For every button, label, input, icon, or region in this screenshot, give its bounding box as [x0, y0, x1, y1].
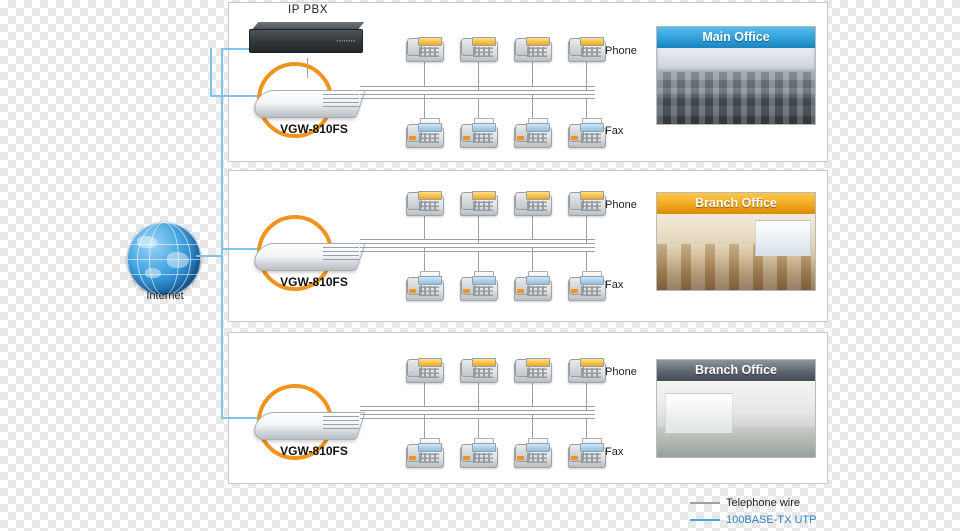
legend-label-utp: 100BASE-TX UTP: [726, 513, 817, 526]
ip-pbx-leds: ▪▪▪▪▪▪▪▪: [336, 38, 356, 43]
legend-swatch-utp: [690, 518, 720, 521]
utp-link-vertical-bus: [221, 48, 223, 418]
gateway-label-main: VGW-810FS: [280, 122, 348, 136]
utp-link-main-drop: [210, 48, 212, 95]
office-card-branch1: Branch Office: [656, 192, 816, 291]
fax-device: [565, 118, 607, 148]
fax-device: [565, 271, 607, 301]
phone-drop-main: [478, 58, 479, 90]
phone-group-label-branch1: Phone: [605, 199, 637, 211]
utp-link-internet-trunk: [196, 255, 222, 257]
phone-device: [511, 353, 553, 383]
globe-landmass: [145, 268, 161, 278]
internet-label: Internet: [146, 290, 184, 302]
fax-device: [457, 438, 499, 468]
phone-drop-main: [586, 58, 587, 90]
legend: Telephone wire 100BASE-TX UTP: [690, 494, 940, 528]
phone-group-label-main: Phone: [605, 45, 637, 57]
fax-device: [457, 118, 499, 148]
globe-latitude: [127, 259, 201, 260]
fax-device: [403, 438, 445, 468]
fax-device: [511, 271, 553, 301]
gateway-ports: [323, 247, 359, 265]
legend-label-telephone-wire: Telephone wire: [726, 496, 800, 509]
fax-bus-main: [360, 94, 595, 95]
phone-device: [403, 186, 445, 216]
legend-item-utp: 100BASE-TX UTP: [690, 511, 940, 528]
gateway-device-branch2: VGW-810FS: [250, 384, 366, 460]
phone-drop-branch1: [424, 212, 425, 239]
fax-bus-branch1: [360, 247, 595, 248]
office-caption-branch2: Branch Office: [657, 360, 815, 381]
gateway-ports: [323, 416, 359, 434]
phone-device: [403, 353, 445, 383]
phone-device: [511, 186, 553, 216]
gateway-ports: [323, 94, 359, 112]
fax-group-label-branch1: Fax: [605, 279, 624, 291]
office-card-branch2: Branch Office: [656, 359, 816, 458]
phone-drop-branch1: [478, 212, 479, 243]
globe-icon: [127, 222, 201, 296]
fax-device: [565, 438, 607, 468]
phone-drop-branch1: [532, 212, 533, 239]
ip-pbx-label: IP PBX: [288, 4, 328, 16]
gateway-label-branch2: VGW-810FS: [280, 444, 348, 458]
globe-landmass: [167, 252, 189, 268]
phone-drop-branch2: [532, 379, 533, 406]
fax-device: [403, 271, 445, 301]
phone-device: [457, 32, 499, 62]
fax-bus-branch2: [360, 414, 595, 415]
phone-bus-branch1: [360, 243, 595, 244]
network-diagram: Internet IP PBX ▪▪▪▪▪▪▪▪ VGW-810FS Phone…: [0, 0, 960, 531]
fax-device: [511, 118, 553, 148]
phone-bus-main: [360, 90, 595, 91]
gateway-device-main: VGW-810FS: [250, 62, 366, 138]
globe-latitude: [127, 274, 201, 275]
globe-landmass: [137, 236, 157, 248]
phone-drop-branch2: [424, 379, 425, 406]
office-caption-branch1: Branch Office: [657, 193, 815, 214]
gateway-label-branch1: VGW-810FS: [280, 275, 348, 289]
ip-pbx-front: ▪▪▪▪▪▪▪▪: [249, 29, 363, 53]
office-card-main: Main Office: [656, 26, 816, 125]
legend-item-telephone-wire: Telephone wire: [690, 494, 940, 511]
phone-device: [565, 186, 607, 216]
office-photo-main: [657, 48, 815, 124]
ip-pbx-device: ▪▪▪▪▪▪▪▪: [249, 22, 367, 58]
office-photo-branch1: [657, 214, 815, 290]
office-photo-branch2: [657, 381, 815, 457]
fax-device: [511, 438, 553, 468]
gateway-device-branch1: VGW-810FS: [250, 215, 366, 291]
fax-device: [457, 271, 499, 301]
phone-drop-main: [532, 58, 533, 86]
fax-device: [403, 118, 445, 148]
phone-drop-branch2: [586, 379, 587, 410]
phone-bus-branch2: [360, 410, 595, 411]
phone-drop-main: [424, 58, 425, 86]
phone-device: [565, 353, 607, 383]
phone-device: [457, 186, 499, 216]
office-caption-main: Main Office: [657, 27, 815, 48]
phone-drop-branch2: [478, 379, 479, 410]
phone-device: [403, 32, 445, 62]
legend-swatch-telephone-wire: [690, 501, 720, 504]
phone-drop-branch1: [586, 212, 587, 243]
phone-device: [511, 32, 553, 62]
phone-device: [457, 353, 499, 383]
phone-device: [565, 32, 607, 62]
fax-group-label-main: Fax: [605, 125, 624, 137]
fax-group-label-branch2: Fax: [605, 446, 624, 458]
phone-group-label-branch2: Phone: [605, 366, 637, 378]
